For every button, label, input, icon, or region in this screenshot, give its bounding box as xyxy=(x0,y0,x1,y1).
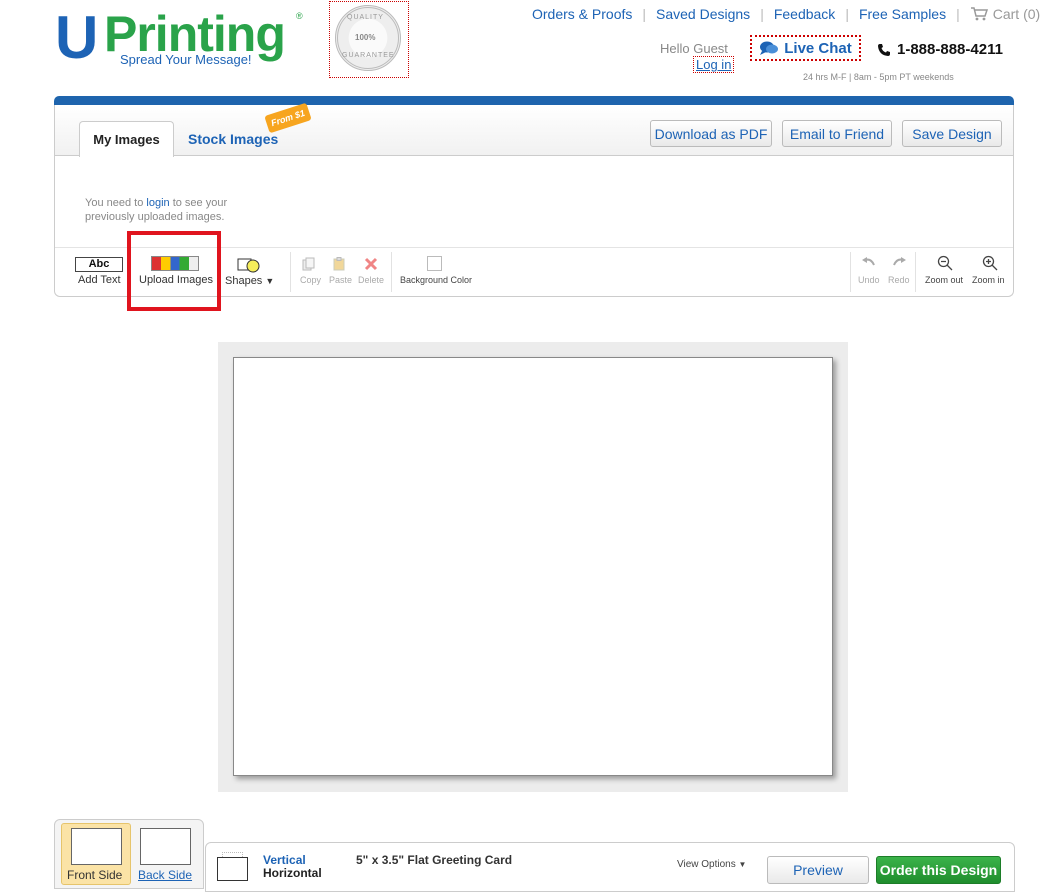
zoom-in-icon[interactable] xyxy=(982,255,998,271)
orientation-vertical[interactable]: Vertical xyxy=(263,853,306,867)
nav-orders-proofs[interactable]: Orders & Proofs xyxy=(532,6,632,22)
front-side-thumbnail[interactable] xyxy=(71,828,122,865)
undo-button[interactable]: Undo xyxy=(858,275,880,285)
nav-separator: | xyxy=(642,6,647,22)
undo-icon[interactable] xyxy=(861,256,877,270)
copy-icon[interactable] xyxy=(302,257,316,271)
redo-icon[interactable] xyxy=(891,256,907,270)
nav-separator: | xyxy=(760,6,764,22)
nav-feedback[interactable]: Feedback xyxy=(774,6,835,22)
zoom-out-button[interactable]: Zoom out xyxy=(925,275,963,285)
cart-link[interactable]: Cart (0) xyxy=(970,6,1040,22)
toolbar-separator xyxy=(290,252,291,292)
download-pdf-button[interactable]: Download as PDF xyxy=(650,120,772,147)
hello-guest: Hello Guest xyxy=(660,41,728,56)
orientation-thumbnail[interactable] xyxy=(217,857,248,881)
login-inline-link[interactable]: login xyxy=(146,197,169,209)
toolbar-separator xyxy=(391,252,392,292)
tab-stock-images[interactable]: Stock Images xyxy=(188,131,278,147)
nav-free-samples[interactable]: Free Samples xyxy=(859,6,946,22)
zoom-out-icon[interactable] xyxy=(937,255,953,271)
cart-label: Cart (0) xyxy=(992,6,1041,22)
redo-button[interactable]: Redo xyxy=(888,275,910,285)
save-design-button[interactable]: Save Design xyxy=(902,120,1002,147)
phone-label: 1-888-888-4211 xyxy=(897,41,1003,58)
seal-text-middle: 100% xyxy=(355,33,376,42)
back-side-thumbnail[interactable] xyxy=(140,828,191,865)
add-text-icon[interactable]: Abc xyxy=(75,257,123,272)
highlight-box xyxy=(127,231,221,311)
shapes-icon[interactable] xyxy=(237,257,261,273)
paste-icon[interactable] xyxy=(332,257,346,271)
support-hours: 24 hrs M-F | 8am - 5pm PT weekends xyxy=(803,72,954,82)
copy-button[interactable]: Copy xyxy=(300,275,321,285)
chevron-down-icon: ▼ xyxy=(738,860,747,869)
shapes-label: Shapes xyxy=(225,275,263,287)
tab-my-images[interactable]: My Images xyxy=(79,121,174,157)
logo-u[interactable]: U xyxy=(55,8,98,68)
nav-separator: | xyxy=(845,6,849,22)
live-chat-button[interactable]: Live Chat xyxy=(750,35,861,61)
view-options-label: View Options xyxy=(677,859,736,870)
seal-text-top: QUALITY xyxy=(347,14,384,21)
live-chat-label: Live Chat xyxy=(784,39,852,57)
view-options-dropdown[interactable]: View Options ▼ xyxy=(677,859,746,870)
add-text-button[interactable]: Add Text xyxy=(78,274,121,286)
delete-icon[interactable] xyxy=(364,257,378,271)
header-divider-bar xyxy=(54,96,1014,105)
login-msg-pre: You need to xyxy=(85,197,147,209)
seal-text-bottom: GUARANTEE xyxy=(342,52,395,59)
chat-bubble-icon xyxy=(760,41,779,55)
nav-saved-designs[interactable]: Saved Designs xyxy=(656,6,750,22)
orientation-horizontal[interactable]: Horizontal xyxy=(263,866,322,880)
logo-registered-mark: ® xyxy=(296,11,303,21)
product-name: 5" x 3.5" Flat Greeting Card xyxy=(356,853,513,867)
chevron-down-icon: ▼ xyxy=(265,276,275,286)
phone-number: 1-888-888-4211 xyxy=(877,41,1003,58)
back-side-tab[interactable]: Back Side xyxy=(138,868,192,882)
login-link[interactable]: Log in xyxy=(693,56,735,73)
shapes-dropdown[interactable]: Shapes ▼ xyxy=(225,275,274,287)
nav-separator: | xyxy=(956,6,960,22)
logo-tagline: Spread Your Message! xyxy=(120,52,252,67)
zoom-in-button[interactable]: Zoom in xyxy=(972,275,1005,285)
delete-button[interactable]: Delete xyxy=(358,275,384,285)
background-color-button[interactable]: Background Color xyxy=(400,275,472,285)
background-color-swatch[interactable] xyxy=(427,256,442,271)
preview-button[interactable]: Preview xyxy=(767,856,869,884)
paste-button[interactable]: Paste xyxy=(329,275,352,285)
phone-icon xyxy=(878,43,890,56)
email-friend-button[interactable]: Email to Friend xyxy=(782,120,892,147)
front-side-tab[interactable]: Front Side xyxy=(67,868,122,882)
order-design-button[interactable]: Order this Design xyxy=(876,856,1001,884)
cart-icon xyxy=(970,7,988,21)
design-canvas[interactable] xyxy=(233,357,833,776)
toolbar-separator xyxy=(915,252,916,292)
top-nav: Orders & Proofs | Saved Designs | Feedba… xyxy=(532,6,1040,22)
toolbar-separator xyxy=(850,252,851,292)
login-required-message: You need to login to see your previously… xyxy=(85,196,255,224)
